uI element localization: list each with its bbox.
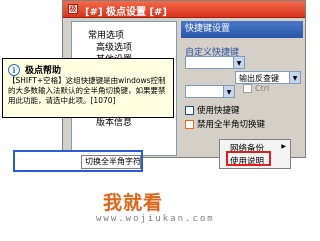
shortcut-panel: 快捷键设置 自定义快捷键 ▼ 输出反查键 ▼ ▼ Ctrl 使用快捷键 禁用全半… [181,21,303,156]
chevron-down-icon: ▼ [223,86,234,97]
chevron-right-icon: ▶ [281,143,286,150]
disable-fullwidth-toggle-checkbox[interactable]: 禁用全半角切换键 [185,118,265,130]
enable-shortcut-checkbox[interactable]: 使用快捷键 [185,104,240,116]
tooltip-title: 极点帮助 [25,66,62,76]
tooltip-body: 【SHIFT+空格】这组快捷键是由windows控制的大多数输入法默认的全半角切… [8,76,166,105]
chevron-down-icon: ▼ [289,72,300,83]
window-title: [#] 极点设置 [#] [85,7,168,18]
shortcut-select-2[interactable]: 输出反查键 ▼ [235,71,301,84]
checkbox-icon [185,120,194,129]
info-icon: i [8,64,20,76]
highlight-box [226,151,271,166]
context-menu-left: 切换全半角字符 [13,150,143,172]
checkbox-icon [185,106,194,115]
checkbox-icon [243,84,252,93]
title-bar[interactable]: 极 [#] 极点设置 [#] [63,1,305,18]
help-tooltip: i 极点帮助 【SHIFT+空格】这组快捷键是由windows控制的大多数输入法… [2,58,174,118]
shortcut-select-1[interactable]: ▼ [185,56,245,69]
watermark-url: www.wojiukan.com [96,214,215,224]
watermark-logo: 我就看 [103,192,164,214]
chevron-down-icon: ▼ [233,57,244,68]
shortcut-select-3[interactable]: ▼ [185,85,235,98]
ctrl-checkbox[interactable]: Ctrl [243,84,269,93]
menu-item-toggle-fullwidth[interactable]: 切换全半角字符 [81,155,141,169]
app-icon: 极 [68,4,78,14]
panel-header: 快捷键设置 [181,21,303,38]
